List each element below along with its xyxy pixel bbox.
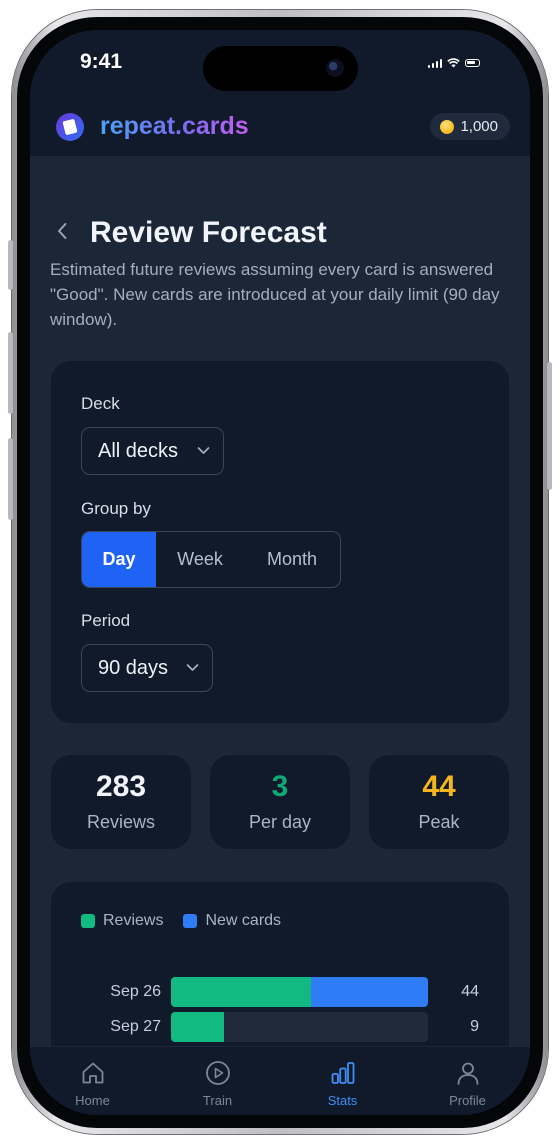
- tab-train[interactable]: Train: [155, 1047, 280, 1115]
- battery-icon: [465, 59, 480, 67]
- legend-label-new-cards: New cards: [205, 912, 282, 929]
- volume-up-button: [8, 332, 13, 414]
- chart-bar-reviews: [171, 1012, 224, 1042]
- deck-select[interactable]: All decks: [81, 427, 224, 475]
- period-label: Period: [81, 611, 131, 630]
- deck-label: Deck: [81, 394, 120, 413]
- legend-swatch-new-cards: [183, 914, 198, 928]
- group-by-month[interactable]: Month: [244, 532, 340, 587]
- stat-label: Reviews: [86, 812, 156, 832]
- tab-stats-label: Stats: [327, 1093, 358, 1108]
- stat-card-per-day: 3 Per day: [210, 755, 350, 849]
- chart-row: Sep 27 9: [51, 1012, 509, 1042]
- coin-count: 1,000: [460, 118, 498, 135]
- chart-bar-track: [171, 1012, 428, 1042]
- chart-value-label: 9: [470, 1018, 479, 1035]
- app-header: repeat.cards 1,000: [30, 100, 530, 156]
- power-button: [547, 362, 552, 490]
- tab-profile-label: Profile: [449, 1093, 486, 1108]
- chart-legend: Reviews New cards: [81, 912, 281, 930]
- legend-swatch-reviews: [81, 914, 95, 928]
- chart-category-label: Sep 26: [110, 983, 161, 1000]
- stat-value: 283: [95, 770, 147, 803]
- stat-value: 3: [271, 770, 289, 803]
- chart-row: Sep 26 44: [51, 977, 509, 1007]
- volume-down-button: [8, 438, 13, 520]
- tab-home-label: Home: [75, 1093, 110, 1108]
- page-title: Review Forecast: [90, 216, 327, 249]
- stat-card-reviews: 283 Reviews: [51, 755, 191, 849]
- deck-select-value: All decks: [98, 439, 179, 462]
- tab-bar: Home Train Stats Profile: [30, 1046, 530, 1115]
- legend-label-reviews: Reviews: [103, 912, 164, 929]
- camera-icon: [326, 59, 344, 77]
- chart-value-label: 44: [461, 983, 479, 1000]
- group-by-segmented-control: Day Week Month: [81, 531, 341, 588]
- stat-label: Peak: [418, 812, 460, 832]
- page-description: Estimated future reviews assuming every …: [50, 260, 500, 329]
- coin-balance[interactable]: 1,000: [430, 113, 510, 140]
- chart-bar-new-cards: [311, 977, 428, 1007]
- group-by-day[interactable]: Day: [82, 532, 156, 587]
- stat-card-peak: 44 Peak: [369, 755, 509, 849]
- tab-profile[interactable]: Profile: [405, 1047, 530, 1115]
- chart-bar-track: [171, 977, 428, 1007]
- coin-icon: [440, 119, 455, 134]
- action-button: [8, 240, 13, 290]
- period-select[interactable]: 90 days: [81, 644, 213, 692]
- filters-card: Deck All decks Group by Day Week Month P…: [51, 361, 509, 723]
- play-icon: [205, 1061, 230, 1085]
- signal-icon: [427, 58, 442, 68]
- brand-name[interactable]: repeat.cards: [100, 112, 249, 141]
- back-chevron-icon[interactable]: [52, 220, 74, 242]
- chart-category-label: Sep 27: [110, 1018, 161, 1035]
- status-icons: [427, 58, 480, 68]
- dynamic-island: [203, 46, 358, 91]
- tab-stats[interactable]: Stats: [280, 1047, 405, 1115]
- stat-label: Per day: [248, 812, 312, 832]
- tab-train-label: Train: [202, 1093, 233, 1108]
- tab-home[interactable]: Home: [30, 1047, 155, 1115]
- bar-chart-icon: [331, 1062, 354, 1084]
- person-icon: [457, 1062, 478, 1085]
- group-by-label: Group by: [81, 499, 151, 518]
- chevron-down-icon: [186, 664, 199, 671]
- wifi-icon: [447, 58, 460, 68]
- home-icon: [82, 1062, 103, 1084]
- period-select-value: 90 days: [98, 656, 169, 679]
- phone-screen: 9:41 repeat.cards 1,000 Review Forecast …: [30, 30, 530, 1115]
- app-logo-icon[interactable]: [56, 113, 84, 141]
- status-time: 9:41: [80, 50, 123, 73]
- stat-value: 44: [422, 770, 456, 803]
- chevron-down-icon: [197, 447, 210, 454]
- group-by-week[interactable]: Week: [156, 532, 244, 587]
- chart-bar-reviews: [171, 977, 311, 1007]
